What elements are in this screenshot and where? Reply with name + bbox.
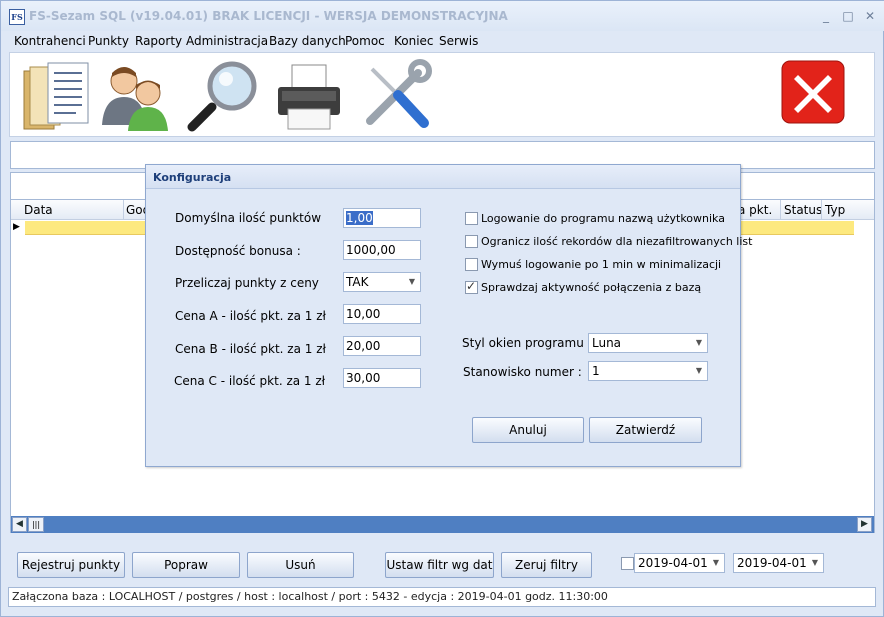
row-indicator-icon: ▶ <box>13 222 20 232</box>
scroll-left-icon[interactable]: ◀ <box>12 517 27 532</box>
limit-records-label: Ogranicz ilość rekordów dla niezafiltrow… <box>481 235 753 248</box>
recalc-points-label: Przeliczaj punkty z ceny <box>175 276 319 290</box>
horizontal-scrollbar[interactable]: ◀ ||| ▶ <box>11 516 874 533</box>
login-by-username-checkbox[interactable] <box>465 212 478 225</box>
maximize-icon[interactable]: □ <box>838 7 858 25</box>
date-to-picker[interactable]: 2019-04-01 ▼ <box>733 553 824 573</box>
recalc-points-select[interactable]: TAK ▼ <box>343 272 421 292</box>
confirm-button[interactable]: Zatwierdź <box>589 417 702 443</box>
cancel-button[interactable]: Anuluj <box>472 417 584 443</box>
magnifier-icon[interactable] <box>186 59 260 133</box>
status-bar: Załączona baza : LOCALHOST / postgres / … <box>8 587 876 607</box>
check-connection-checkbox[interactable] <box>465 279 478 294</box>
menu-serwis[interactable]: Serwis <box>439 34 478 48</box>
column-header-pkt[interactable]: a pkt. <box>738 203 772 217</box>
default-points-value: 1,00 <box>346 211 373 225</box>
bonus-availability-label: Dostępność bonusa : <box>175 244 301 258</box>
date-to-value: 2019-04-01 <box>737 556 807 570</box>
users-icon[interactable] <box>98 59 172 133</box>
menu-koniec[interactable]: Koniec <box>394 34 434 48</box>
dialog-title: Konfiguracja <box>153 171 232 184</box>
chevron-down-icon: ▼ <box>811 558 818 567</box>
window-style-value: Luna <box>592 336 622 350</box>
close-icon[interactable]: ✕ <box>860 7 880 25</box>
chevron-down-icon: ▼ <box>695 366 702 375</box>
column-header-data[interactable]: Data <box>24 203 53 217</box>
config-dialog: Konfiguracja Domyślna ilość punktów 1,00… <box>145 164 752 467</box>
minimize-icon[interactable]: _ <box>816 7 836 25</box>
price-b-label: Cena B - ilość pkt. za 1 zł <box>175 342 326 356</box>
price-a-label: Cena A - ilość pkt. za 1 zł <box>175 309 326 323</box>
close-app-icon[interactable] <box>780 59 846 125</box>
window-style-label: Styl okien programu : <box>462 336 592 350</box>
bonus-availability-input[interactable]: 1000,00 <box>343 240 421 260</box>
force-login-checkbox[interactable] <box>465 258 478 271</box>
force-login-label: Wymuś logowanie po 1 min w minimalizacji <box>481 258 722 271</box>
chevron-down-icon: ▼ <box>712 558 719 567</box>
app-window: FS FS-Sezam SQL (v19.04.01) BRAK LICENCJ… <box>0 0 884 617</box>
title-bar: FS FS-Sezam SQL (v19.04.01) BRAK LICENCJ… <box>1 1 884 31</box>
default-points-input[interactable]: 1,00 <box>343 208 421 228</box>
column-header-status[interactable]: Status <box>784 203 822 217</box>
station-number-label: Stanowisko numer : <box>463 365 582 379</box>
chevron-down-icon: ▼ <box>408 277 415 286</box>
delete-button[interactable]: Usuń <box>247 552 354 578</box>
check-connection-label: Sprawdzaj aktywność połączenia z bazą <box>481 281 702 294</box>
scroll-thumb[interactable]: ||| <box>28 517 44 532</box>
station-number-select[interactable]: 1 ▼ <box>588 361 708 381</box>
toolbar <box>9 52 875 137</box>
register-points-button[interactable]: Rejestruj punkty <box>17 552 125 578</box>
price-b-input[interactable]: 20,00 <box>343 336 421 356</box>
chevron-down-icon: ▼ <box>695 338 702 347</box>
menu-bazy-danych[interactable]: Bazy danych <box>269 34 346 48</box>
price-c-label: Cena C - ilość pkt. za 1 zł <box>174 374 326 388</box>
column-separator <box>821 200 822 220</box>
reset-filters-button[interactable]: Zeruj filtry <box>501 552 592 578</box>
station-number-value: 1 <box>592 364 600 378</box>
date-from-value: 2019-04-01 <box>638 556 708 570</box>
menu-pomoc[interactable]: Pomoc <box>345 34 385 48</box>
tools-icon[interactable] <box>360 59 434 133</box>
recalc-points-value: TAK <box>346 275 369 289</box>
price-a-input[interactable]: 10,00 <box>343 304 421 324</box>
login-by-username-label: Logowanie do programu nazwą użytkownika <box>481 212 725 225</box>
default-points-label: Domyślna ilość punktów <box>175 211 322 225</box>
limit-records-checkbox[interactable] <box>465 235 478 248</box>
edit-button[interactable]: Popraw <box>132 552 240 578</box>
date-filter-button[interactable]: Ustaw filtr wg dat <box>385 552 494 578</box>
dialog-title-bar: Konfiguracja <box>146 165 740 189</box>
menu-kontrahenci[interactable]: Kontrahenci <box>14 34 86 48</box>
menu-administracja[interactable]: Administracja <box>186 34 268 48</box>
window-style-select[interactable]: Luna ▼ <box>588 333 708 353</box>
date-filter-checkbox[interactable] <box>621 557 634 570</box>
menu-raporty[interactable]: Raporty <box>135 34 182 48</box>
documents-icon[interactable] <box>18 59 92 133</box>
column-separator <box>123 200 124 220</box>
printer-icon[interactable] <box>272 59 346 133</box>
window-title: FS-Sezam SQL (v19.04.01) BRAK LICENCJI -… <box>29 9 508 23</box>
column-separator <box>780 200 781 220</box>
column-header-typ[interactable]: Typ <box>825 203 845 217</box>
price-c-input[interactable]: 30,00 <box>343 368 421 388</box>
scroll-right-icon[interactable]: ▶ <box>857 517 872 532</box>
menu-punkty[interactable]: Punkty <box>88 34 129 48</box>
app-logo-icon: FS <box>9 9 25 25</box>
date-from-picker[interactable]: 2019-04-01 ▼ <box>634 553 725 573</box>
